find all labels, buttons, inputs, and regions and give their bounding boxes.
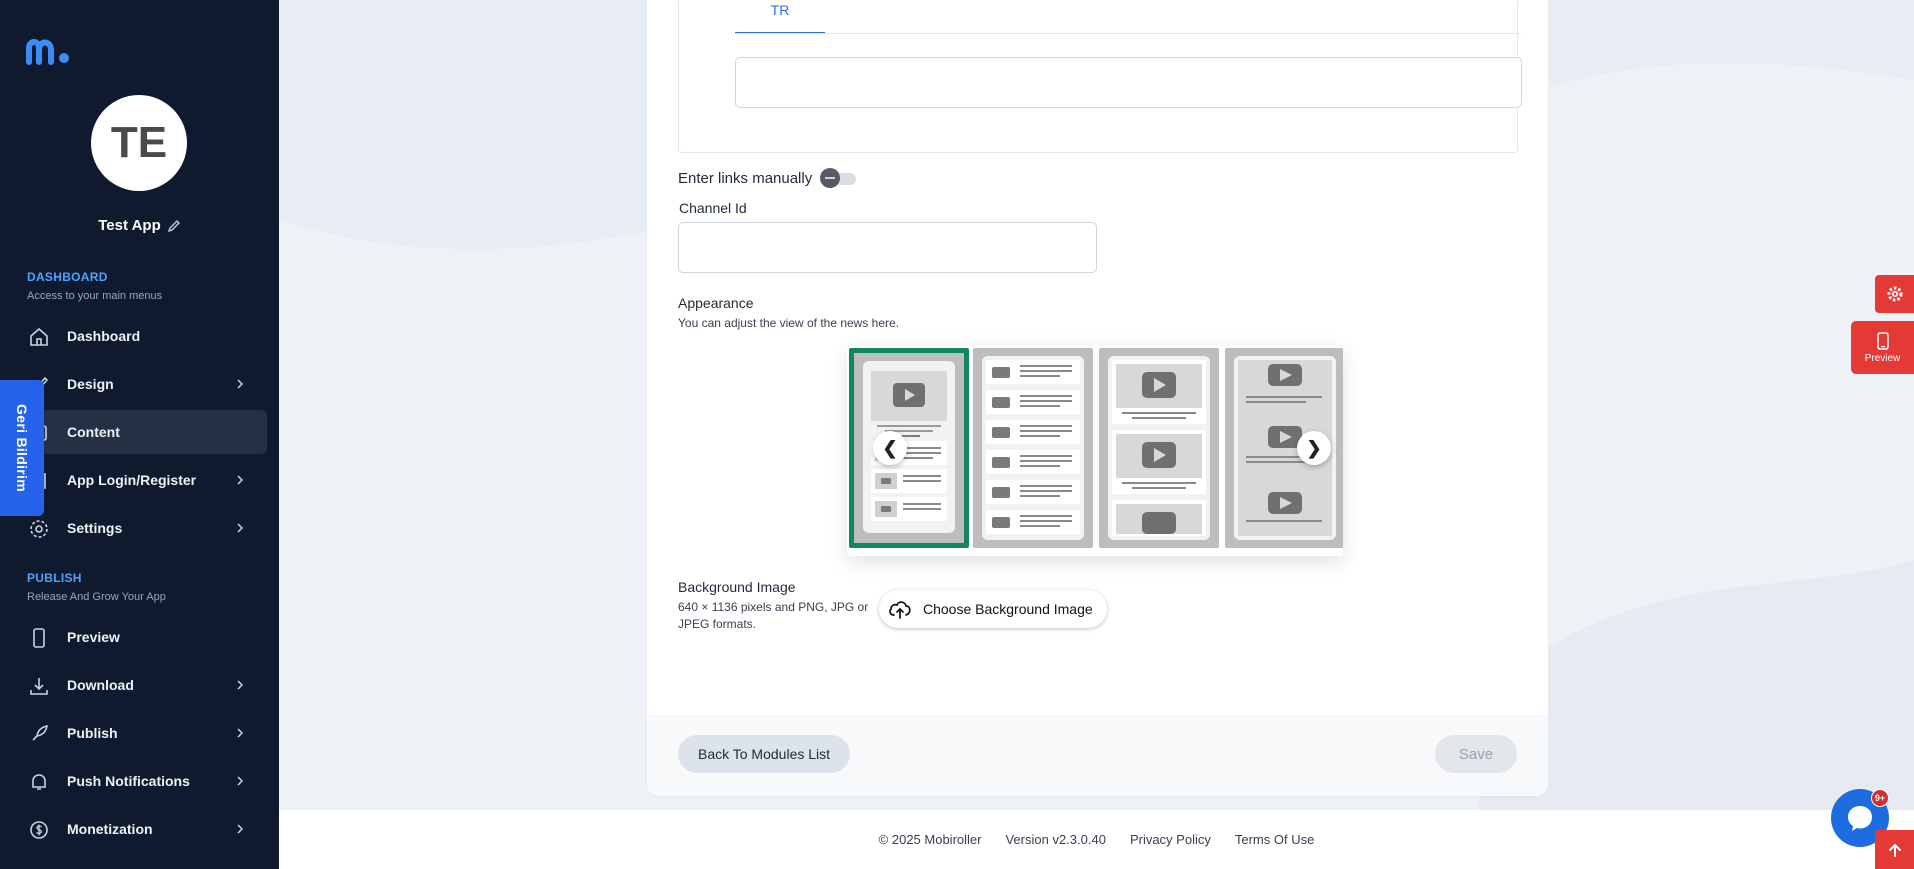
home-icon: [30, 327, 48, 346]
sidebar-item-preview[interactable]: Preview: [12, 615, 267, 659]
appearance-carousel: ❮ ❯: [847, 346, 1343, 556]
gear-icon: [1887, 286, 1902, 302]
sidebar-item-label: Monetization: [67, 821, 153, 837]
layout-option-2[interactable]: [973, 348, 1093, 548]
carousel-next-button[interactable]: ❯: [1297, 431, 1331, 465]
back-to-modules-button[interactable]: Back To Modules List: [678, 735, 851, 773]
privacy-policy-link[interactable]: Privacy Policy: [1130, 832, 1211, 847]
layout-option-1[interactable]: [849, 348, 969, 548]
preview-tool-button[interactable]: Preview: [1851, 321, 1914, 374]
chat-unread-badge: 9+: [1871, 789, 1889, 807]
sidebar-item-label: Design: [67, 376, 114, 392]
layout-option-3[interactable]: [1099, 348, 1219, 548]
page-footer: © 2025 Mobiroller Version v2.3.0.40 Priv…: [279, 810, 1914, 869]
app-name-label: Test App: [98, 217, 161, 234]
chevron-right-icon: [237, 379, 244, 389]
layout-preview-image: [982, 356, 1084, 540]
sidebar-item-monetization[interactable]: Monetization: [12, 807, 267, 851]
section-title-dashboard: DASHBOARD: [27, 270, 108, 284]
sidebar-item-push-notifications[interactable]: Push Notifications: [12, 759, 267, 803]
download-icon: [30, 678, 48, 695]
arrow-up-icon: [1888, 843, 1901, 857]
chevron-right-icon: [237, 475, 244, 485]
sidebar-item-label: Download: [67, 677, 134, 693]
mobiroller-logo[interactable]: [26, 36, 72, 66]
sidebar-item-label: Dashboard: [67, 328, 141, 344]
dollar-icon: [30, 821, 48, 839]
app-name: Test App: [0, 217, 279, 234]
appearance-subtitle: You can adjust the view of the news here…: [678, 316, 900, 330]
gear-icon: [30, 520, 48, 538]
choose-background-image-button[interactable]: Choose Background Image: [879, 590, 1107, 628]
layout-preview-image: [1108, 356, 1210, 540]
feedback-tab[interactable]: Geri Bildirim: [0, 380, 44, 516]
channel-id-label: Channel Id: [679, 200, 747, 216]
sidebar-item-label: Content: [67, 424, 120, 440]
save-button[interactable]: Save: [1435, 735, 1517, 773]
avatar: TE: [91, 95, 187, 191]
phone-icon: [1876, 331, 1889, 350]
appearance-title: Appearance: [678, 295, 754, 311]
language-box: TR: [678, 0, 1522, 153]
sidebar-item-publish[interactable]: Publish: [12, 711, 267, 755]
section-subtitle-publish: Release And Grow Your App: [27, 591, 166, 603]
settings-tool-button[interactable]: [1875, 275, 1914, 313]
sidebar-item-content[interactable]: Content: [12, 410, 267, 454]
sidebar-item-app-login-register[interactable]: App Login/Register: [12, 458, 267, 502]
chevron-right-icon: [237, 824, 244, 834]
tab-underline: [735, 33, 1521, 34]
sidebar-item-download[interactable]: Download: [12, 663, 267, 707]
sidebar-item-label: Publish: [67, 725, 118, 741]
section-subtitle-dashboard: Access to your main menus: [27, 290, 163, 302]
rocket-icon: [32, 724, 49, 741]
chevron-right-icon: [237, 680, 244, 690]
feedback-tab-label: Geri Bildirim: [14, 404, 31, 492]
carousel-prev-button[interactable]: ❮: [873, 431, 907, 465]
bell-icon: [32, 774, 46, 790]
background-image-subtitle: 640 × 1136 pixels and PNG, JPG or JPEG f…: [678, 600, 869, 631]
sidebar-item-settings[interactable]: Settings: [12, 506, 267, 550]
card-footer: Back To Modules List Save: [647, 714, 1548, 796]
enter-links-toggle[interactable]: [820, 168, 857, 188]
sidebar-item-design[interactable]: Design: [12, 362, 267, 406]
chevron-right-icon: [237, 776, 244, 786]
section-title-publish: PUBLISH: [27, 571, 82, 585]
chat-icon: [1848, 806, 1872, 831]
preview-tool-label: Preview: [1864, 352, 1901, 364]
upload-cloud-icon: [889, 601, 911, 619]
sidebar-item-label: App Login/Register: [67, 472, 197, 488]
enter-links-label: Enter links manually: [678, 169, 813, 187]
background-image-title: Background Image: [678, 579, 796, 595]
choose-background-label: Choose Background Image: [923, 601, 1093, 617]
sidebar-item-label: Preview: [67, 629, 120, 645]
toggle-knob: [820, 168, 841, 188]
chevron-right-icon: [237, 728, 244, 738]
sidebar-item-dashboard[interactable]: Dashboard: [12, 314, 267, 358]
copyright-text: © 2025 Mobiroller: [878, 832, 982, 847]
content-card: TR Enter links manually Channel Id Appea…: [647, 0, 1548, 796]
sidebar-item-label: Push Notifications: [67, 773, 190, 789]
language-text-input[interactable]: [735, 57, 1522, 108]
edit-pencil-icon[interactable]: [167, 219, 181, 233]
scroll-to-top-button[interactable]: [1875, 830, 1914, 869]
sidebar-item-label: Settings: [67, 520, 123, 536]
channel-id-input[interactable]: [678, 222, 1097, 273]
terms-of-use-link[interactable]: Terms Of Use: [1235, 832, 1314, 847]
version-text: Version v2.3.0.40: [1005, 832, 1106, 847]
phone-icon: [33, 628, 45, 648]
tab-tr[interactable]: TR: [735, 0, 825, 34]
chevron-right-icon: [237, 523, 244, 533]
enter-links-row: Enter links manually: [678, 168, 857, 188]
